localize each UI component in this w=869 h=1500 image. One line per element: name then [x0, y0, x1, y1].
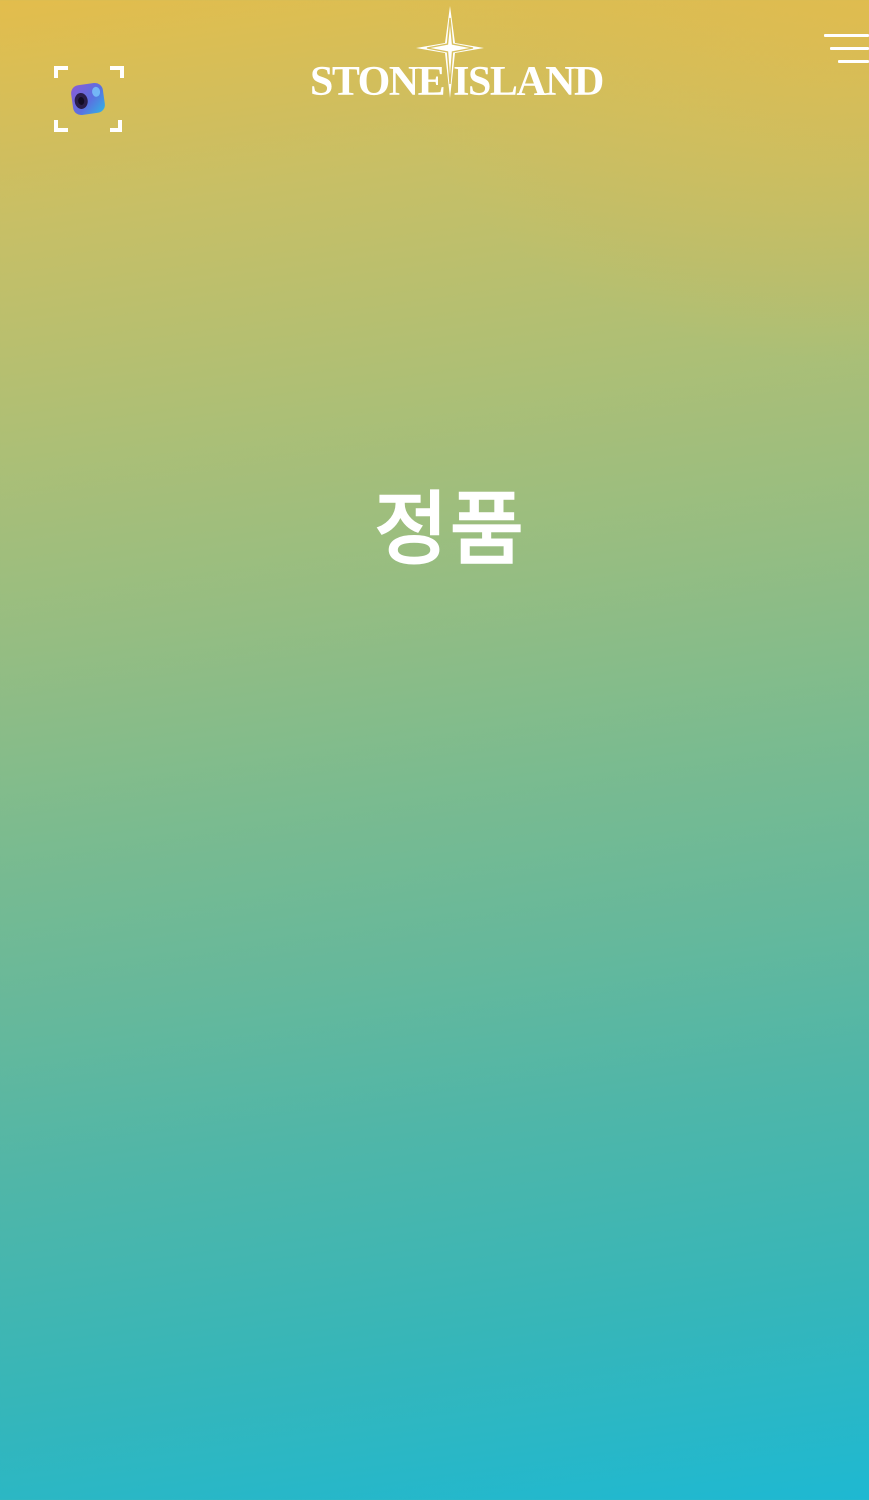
menu-line: [824, 34, 869, 37]
background-gradient: [0, 0, 869, 1500]
app-header: STONE ISLAND: [0, 0, 869, 150]
menu-line: [838, 60, 869, 63]
ar-scan-cube-icon: [54, 66, 124, 132]
menu-line: [830, 47, 869, 50]
hamburger-menu-button[interactable]: [816, 30, 869, 70]
stone-island-logo[interactable]: STONE ISLAND: [310, 6, 604, 106]
logo-wordmark: STONE ISLAND: [310, 59, 604, 105]
page-headline: 정품: [374, 483, 526, 576]
ar-scan-button[interactable]: [52, 64, 124, 134]
